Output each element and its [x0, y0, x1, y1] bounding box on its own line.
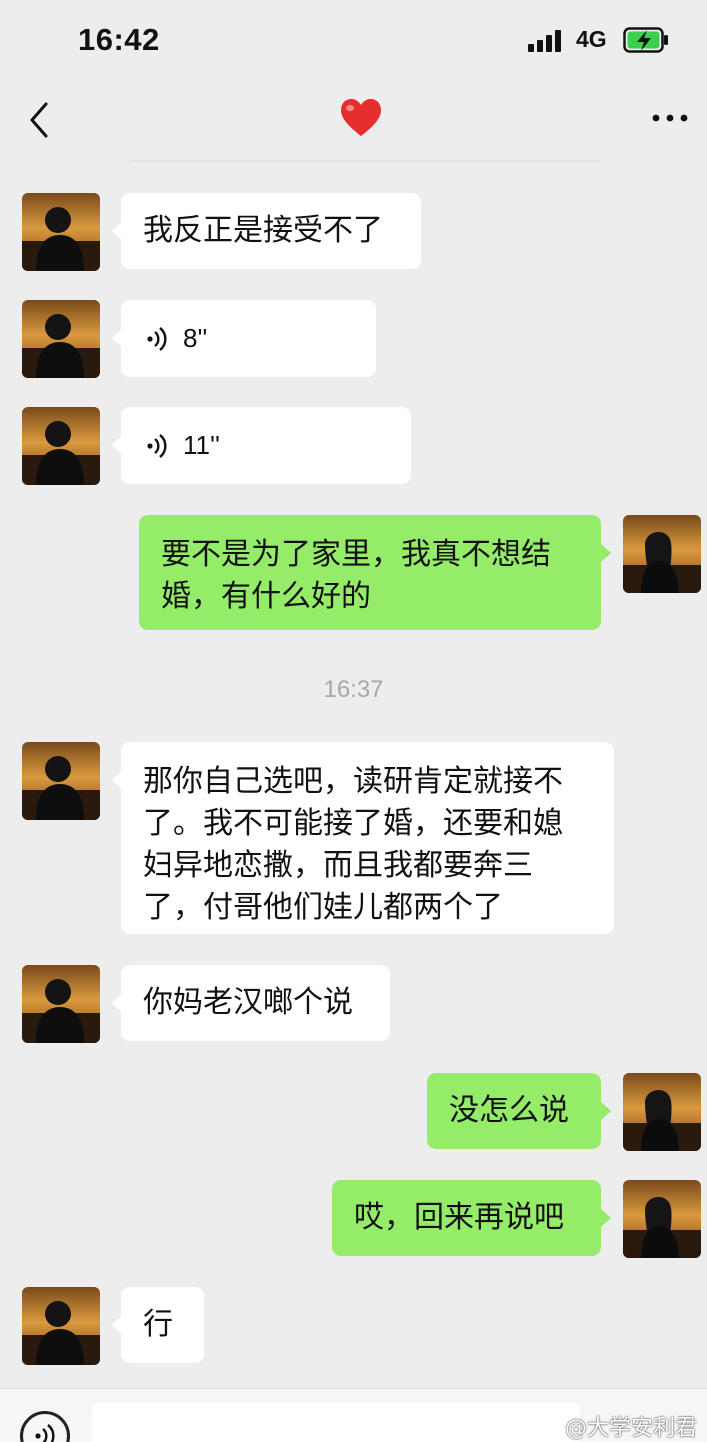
- message-bubble-incoming[interactable]: 行: [121, 1287, 204, 1363]
- contact-avatar[interactable]: [22, 1287, 100, 1365]
- message-bubble-incoming[interactable]: 那你自己选吧，读研肯定就接不 了。我不可能接了婚，还要和媳 妇异地恋撒，而且我都…: [121, 742, 614, 934]
- status-time: 16:42: [78, 22, 160, 57]
- back-arrow-icon[interactable]: [24, 100, 54, 140]
- my-avatar[interactable]: [623, 1073, 701, 1151]
- voice-wave-icon: [34, 1423, 55, 1442]
- message-text: 哎，回来再说吧: [354, 1200, 564, 1235]
- status-bar: 16:42 4G: [0, 0, 707, 80]
- message-text: 行: [143, 1307, 173, 1342]
- voice-wave-icon: [145, 325, 169, 353]
- chat-header: [0, 80, 707, 164]
- contact-avatar[interactable]: [22, 407, 100, 485]
- message-bubble-incoming[interactable]: 我反正是接受不了: [121, 193, 421, 269]
- message-text: 我反正是接受不了: [143, 213, 383, 248]
- message-text: 那你自己选吧，读研肯定就接不 了。我不可能接了婚，还要和媳 妇异地恋撒，而且我都…: [143, 764, 563, 925]
- battery-charging-icon: [623, 27, 668, 53]
- message-text: 你妈老汉啷个说: [143, 985, 353, 1020]
- message-bubble-outgoing[interactable]: 没怎么说: [427, 1073, 601, 1149]
- chat-timestamp: 16:37: [323, 676, 384, 703]
- bubble-tail: [601, 544, 611, 562]
- my-avatar[interactable]: [623, 1180, 701, 1258]
- more-icon[interactable]: [650, 106, 690, 130]
- voice-wave-icon: [145, 432, 169, 460]
- voice-message[interactable]: 11'': [121, 407, 411, 484]
- contact-avatar[interactable]: [22, 193, 100, 271]
- message-bubble-incoming[interactable]: 你妈老汉啷个说: [121, 965, 390, 1041]
- message-text: 要不是为了家里，我真不想结 婚，有什么好的: [161, 537, 551, 614]
- message-input[interactable]: [92, 1403, 580, 1442]
- signal-icon: [528, 30, 562, 52]
- network-type: 4G: [576, 26, 607, 52]
- message-text: 没怎么说: [449, 1093, 569, 1128]
- bubble-tail: [601, 1209, 611, 1227]
- voice-duration: 8'': [183, 323, 208, 353]
- heart-icon: [341, 99, 381, 136]
- voice-message[interactable]: 8'': [121, 300, 376, 377]
- voice-input-button[interactable]: [20, 1411, 70, 1442]
- contact-avatar[interactable]: [22, 742, 100, 820]
- message-bubble-outgoing[interactable]: 要不是为了家里，我真不想结 婚，有什么好的: [139, 515, 601, 630]
- bubble-tail: [601, 1102, 611, 1120]
- contact-avatar[interactable]: [22, 965, 100, 1043]
- watermark: @大学安利君: [565, 1416, 698, 1441]
- contact-avatar[interactable]: [22, 300, 100, 378]
- header-divider: [130, 160, 600, 162]
- message-bubble-outgoing[interactable]: 哎，回来再说吧: [332, 1180, 601, 1256]
- my-avatar[interactable]: [623, 515, 701, 593]
- voice-duration: 11'': [183, 430, 220, 460]
